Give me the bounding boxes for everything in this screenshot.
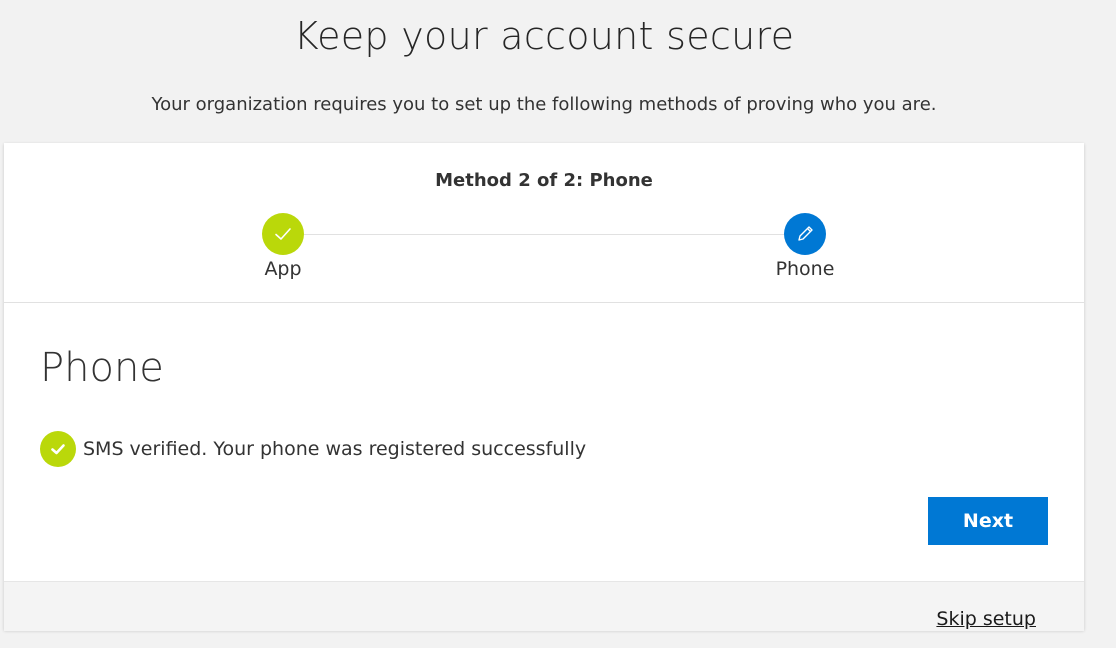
page-title: Keep your account secure bbox=[293, 14, 795, 58]
step-phone-label: Phone bbox=[775, 258, 835, 280]
checkmark-icon bbox=[275, 228, 291, 240]
page-subtitle: Your organization requires you to set up… bbox=[151, 94, 937, 115]
skip-setup-link[interactable]: Skip setup bbox=[936, 608, 1036, 630]
status-message: SMS verified. Your phone was registered … bbox=[83, 438, 587, 460]
card-footer bbox=[4, 581, 1084, 631]
check-circle-icon bbox=[40, 431, 76, 467]
pencil-icon bbox=[798, 226, 813, 241]
step-phone-indicator bbox=[784, 213, 826, 255]
setup-card: Method 2 of 2: Phone App Phone Phone SMS… bbox=[4, 143, 1084, 631]
progress-section: Method 2 of 2: Phone App Phone bbox=[4, 143, 1084, 303]
next-button[interactable]: Next bbox=[928, 497, 1048, 545]
step-connector-line bbox=[304, 234, 784, 235]
method-progress-heading: Method 2 of 2: Phone bbox=[435, 170, 653, 191]
step-app-label: App bbox=[264, 258, 302, 280]
method-heading: Phone bbox=[40, 345, 164, 391]
step-app-indicator bbox=[262, 213, 304, 255]
verification-status: SMS verified. Your phone was registered … bbox=[40, 431, 586, 467]
